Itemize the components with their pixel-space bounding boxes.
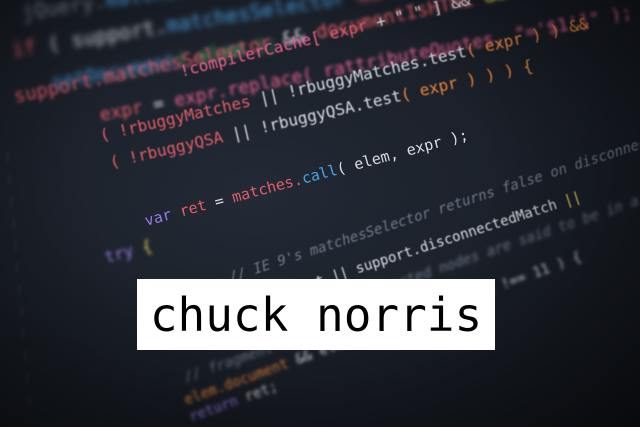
gutter-mark: | bbox=[16, 282, 23, 295]
code-token: ret bbox=[168, 195, 209, 223]
code-token: ( expr ) ) && bbox=[463, 13, 591, 61]
code-token: { bbox=[130, 235, 154, 260]
code-token: ( elem, expr ); bbox=[334, 125, 471, 179]
code-token: ( support. bbox=[33, 13, 169, 59]
code-token: + " " ] && bbox=[364, 0, 473, 35]
gutter-mark: | bbox=[4, 150, 11, 163]
code-listing: jQuery.matchesSelector = function( elemi… bbox=[0, 0, 640, 427]
code-token: || bbox=[554, 189, 584, 213]
gutter-mark: | bbox=[18, 304, 25, 317]
caption-box: chuck norris bbox=[137, 279, 495, 350]
code-token: try bbox=[102, 240, 136, 267]
gutter-mark: | bbox=[12, 238, 19, 251]
gutter-mark: | bbox=[20, 326, 27, 339]
code-token: && bbox=[470, 0, 509, 10]
code-token: call bbox=[299, 160, 340, 188]
gutter-mark: | bbox=[10, 216, 17, 229]
caption-text: chuck norris bbox=[149, 287, 483, 342]
code-line: try { bbox=[103, 236, 154, 267]
gutter-mark: | bbox=[6, 172, 13, 185]
gutter-mark: | bbox=[24, 370, 31, 383]
gutter-mark: | bbox=[22, 348, 29, 361]
code-token: matches. bbox=[229, 170, 305, 207]
gutter-mark: | bbox=[14, 260, 21, 273]
code-token: || bbox=[220, 118, 263, 146]
gutter-mark: | bbox=[26, 392, 33, 405]
photo-scene: jQuery.matchesSelector = function( elemi… bbox=[0, 0, 640, 427]
gutter-mark: | bbox=[8, 194, 15, 207]
code-token: jQuery. bbox=[8, 0, 108, 26]
